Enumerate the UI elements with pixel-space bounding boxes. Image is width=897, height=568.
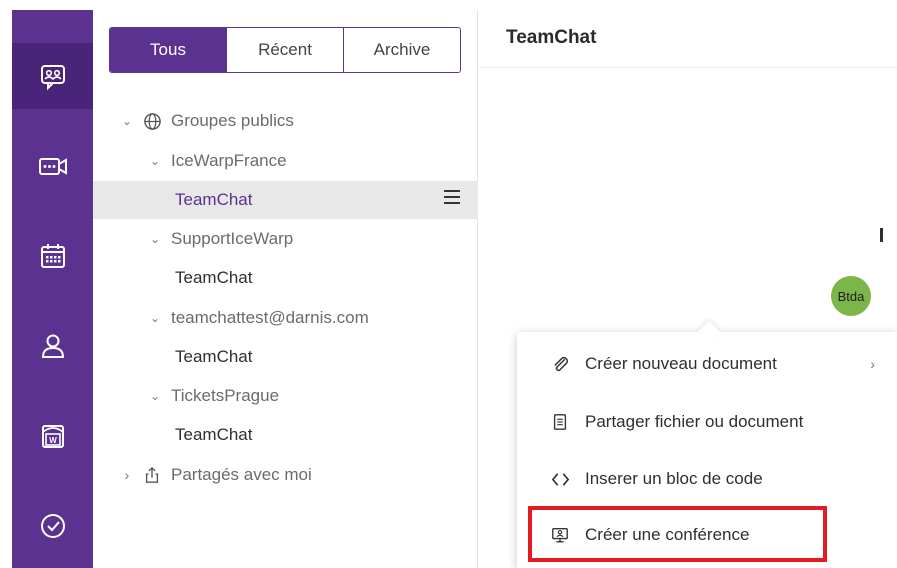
chevron-down-icon[interactable]: ⌄ [147, 154, 163, 168]
globe-icon [141, 110, 163, 132]
chevron-right-icon: › [870, 356, 875, 372]
rail-chat-button[interactable] [12, 43, 93, 109]
filter-tab-recent[interactable]: Récent [226, 28, 343, 72]
channel-name: TeamChat [175, 268, 253, 287]
attachment-context-menu: Créer nouveau document › Partager fichie… [517, 320, 897, 568]
channel-name: TeamChat [175, 190, 253, 209]
tree-public-groups-label: Groupes publics [171, 111, 294, 130]
channel-row[interactable]: TeamChat [93, 338, 478, 376]
file-icon [549, 411, 571, 433]
channel-row[interactable]: TeamChat [93, 416, 478, 454]
tree-public-groups[interactable]: ⌄ Groupes publics [93, 102, 478, 140]
svg-text:W: W [49, 436, 57, 445]
channel-row[interactable]: TeamChat [93, 259, 478, 297]
rail-documents-button[interactable]: W [12, 403, 93, 469]
menu-item-insert-code[interactable]: Inserer un bloc de code [517, 459, 897, 499]
rail-calendar-button[interactable] [12, 223, 93, 289]
tree-group-row[interactable]: ⌄ IceWarpFrance [93, 142, 478, 180]
menu-item-label: Partager fichier ou document [585, 412, 804, 431]
person-icon [41, 334, 64, 358]
app-rail: W [12, 10, 93, 568]
hamburger-menu-icon[interactable] [444, 190, 460, 206]
tree-group-row[interactable]: ⌄ TicketsPrague [93, 377, 478, 415]
rail-contacts-button[interactable] [12, 313, 93, 379]
tree-shared-label: Partagés avec moi [171, 465, 312, 484]
chevron-down-icon[interactable]: ⌄ [119, 114, 135, 128]
top-edge [0, 0, 897, 10]
chat-header: TeamChat [479, 10, 897, 68]
channel-name: TeamChat [175, 347, 253, 366]
code-brackets-icon [549, 468, 571, 490]
avatar[interactable]: Btda [831, 276, 871, 316]
chat-title: TeamChat [506, 27, 597, 48]
rail-conference-button[interactable] [12, 133, 93, 199]
chevron-right-icon[interactable]: › [119, 467, 135, 483]
chevron-down-icon[interactable]: ⌄ [147, 311, 163, 325]
calendar-icon [40, 244, 65, 268]
channel-row[interactable]: TeamChat [93, 181, 478, 219]
conversation-panel: Tous Récent Archive ⌄ Groupes publics ⌄ … [93, 10, 478, 568]
filter-tab-all[interactable]: Tous [110, 28, 226, 72]
tree-group-row[interactable]: ⌄ teamchattest@darnis.com [93, 299, 478, 337]
menu-item-create-document[interactable]: Créer nouveau document › [517, 344, 897, 384]
chevron-down-icon[interactable]: ⌄ [147, 389, 163, 403]
highlight-annotation [528, 506, 827, 562]
channel-name: TeamChat [175, 425, 253, 444]
menu-item-label: Créer nouveau document [585, 354, 777, 373]
filter-segmented-control: Tous Récent Archive [109, 27, 461, 73]
group-name: TicketsPrague [171, 386, 280, 405]
tree-shared-with-me[interactable]: › Partagés avec moi [93, 456, 478, 494]
group-name: SupportIceWarp [171, 229, 294, 248]
filter-tab-archive[interactable]: Archive [343, 28, 460, 72]
tree-group-row[interactable]: ⌄ SupportIceWarp [93, 220, 478, 258]
menu-item-share-file[interactable]: Partager fichier ou document [517, 402, 897, 442]
rail-tasks-button[interactable] [12, 493, 93, 559]
paperclip-icon [549, 353, 571, 375]
group-name: teamchattest@darnis.com [171, 308, 369, 327]
chevron-down-icon[interactable]: ⌄ [147, 232, 163, 246]
check-circle-icon [40, 514, 65, 538]
clipped-text-fragment [880, 228, 883, 242]
group-name: IceWarpFrance [171, 151, 287, 170]
menu-item-label: Inserer un bloc de code [585, 469, 763, 488]
chat-bubbles-icon [40, 65, 65, 91]
video-camera-icon [38, 158, 67, 175]
word-document-icon: W [41, 425, 64, 448]
share-icon [141, 464, 163, 486]
